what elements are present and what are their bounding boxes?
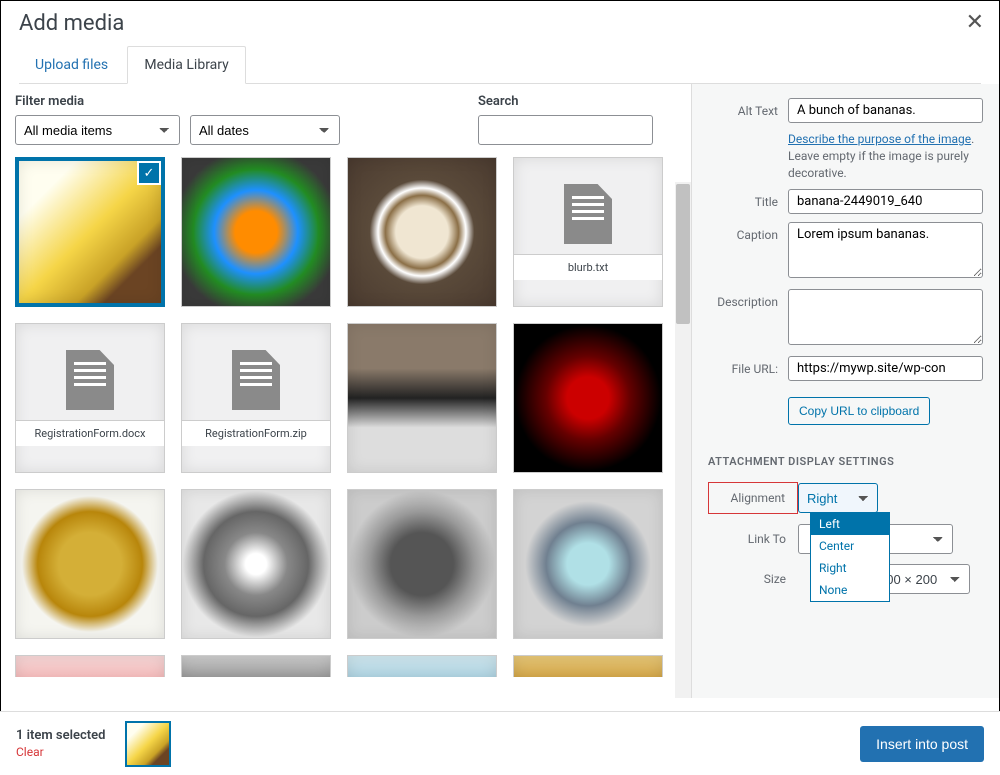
alt-text-label: Alt Text bbox=[708, 98, 788, 118]
file-icon bbox=[232, 350, 280, 410]
media-item-laptop[interactable] bbox=[347, 323, 497, 473]
media-item-rings-1[interactable] bbox=[15, 489, 165, 639]
close-button[interactable]: ✕ bbox=[966, 10, 984, 35]
file-url-label: File URL: bbox=[708, 356, 788, 376]
selected-thumbnail[interactable] bbox=[125, 721, 171, 767]
media-item-partial-4[interactable] bbox=[513, 655, 663, 677]
media-item-reg-zip[interactable]: RegistrationForm.zip bbox=[181, 323, 331, 473]
file-icon bbox=[564, 184, 612, 244]
modal-title: Add media bbox=[19, 11, 981, 36]
media-item-parrot[interactable] bbox=[181, 157, 331, 307]
filter-date-select[interactable]: All dates bbox=[190, 115, 340, 145]
file-name: RegistrationForm.docx bbox=[16, 420, 164, 446]
title-input[interactable] bbox=[788, 189, 983, 214]
media-item-partial-3[interactable] bbox=[347, 655, 497, 677]
tab-upload-files[interactable]: Upload files bbox=[19, 47, 124, 83]
alignment-option-none[interactable]: None bbox=[811, 579, 889, 601]
alignment-label: Alignment bbox=[708, 482, 798, 514]
filter-media-type-select[interactable]: All media items bbox=[15, 115, 180, 145]
media-grid: ✓ blurb.txt RegistrationForm.docx Regist… bbox=[15, 157, 683, 677]
alignment-dropdown-list: Left Center Right None bbox=[810, 512, 890, 602]
media-item-banana[interactable]: ✓ bbox=[15, 157, 165, 307]
media-item-rings-3[interactable] bbox=[347, 489, 497, 639]
media-item-rings-2[interactable] bbox=[181, 489, 331, 639]
size-label: Size bbox=[708, 572, 798, 586]
description-textarea[interactable] bbox=[788, 289, 983, 345]
file-name: RegistrationForm.zip bbox=[182, 420, 330, 446]
media-item-ruby[interactable] bbox=[513, 323, 663, 473]
description-label: Description bbox=[708, 289, 788, 309]
filter-media-label: Filter media bbox=[15, 94, 340, 109]
insert-into-post-button[interactable]: Insert into post bbox=[860, 726, 984, 762]
selected-check-icon[interactable]: ✓ bbox=[137, 161, 161, 185]
alignment-option-left[interactable]: Left bbox=[811, 513, 889, 535]
caption-label: Caption bbox=[708, 222, 788, 242]
alignment-option-center[interactable]: Center bbox=[811, 535, 889, 557]
copy-url-button[interactable]: Copy URL to clipboard bbox=[788, 397, 930, 425]
alignment-option-right[interactable]: Right bbox=[811, 557, 889, 579]
alt-help-link[interactable]: Describe the purpose of the image bbox=[788, 132, 971, 146]
media-item-rings-4[interactable] bbox=[513, 489, 663, 639]
tab-media-library[interactable]: Media Library bbox=[127, 46, 245, 84]
title-label: Title bbox=[708, 189, 788, 209]
alt-text-input[interactable] bbox=[788, 98, 983, 123]
selection-count: 1 item selected bbox=[16, 728, 105, 743]
caption-textarea[interactable]: Lorem ipsum bananas. bbox=[788, 222, 983, 278]
scrollbar-track[interactable] bbox=[675, 182, 691, 698]
file-icon bbox=[66, 350, 114, 410]
link-to-label: Link To bbox=[708, 532, 798, 546]
file-url-input[interactable] bbox=[788, 356, 983, 381]
display-settings-heading: ATTACHMENT DISPLAY SETTINGS bbox=[708, 455, 983, 468]
search-input[interactable] bbox=[478, 115, 653, 145]
file-name: blurb.txt bbox=[514, 254, 662, 280]
search-label: Search bbox=[478, 94, 653, 109]
media-item-coffee[interactable] bbox=[347, 157, 497, 307]
clear-selection-link[interactable]: Clear bbox=[16, 745, 105, 759]
scrollbar-thumb[interactable] bbox=[676, 184, 690, 324]
media-item-reg-docx[interactable]: RegistrationForm.docx bbox=[15, 323, 165, 473]
alignment-select[interactable]: Right bbox=[798, 483, 878, 513]
attachment-details-panel: Alt Text Describe the purpose of the ima… bbox=[691, 84, 999, 698]
media-item-blurb-txt[interactable]: blurb.txt bbox=[513, 157, 663, 307]
media-item-partial-1[interactable] bbox=[15, 655, 165, 677]
media-item-partial-2[interactable] bbox=[181, 655, 331, 677]
